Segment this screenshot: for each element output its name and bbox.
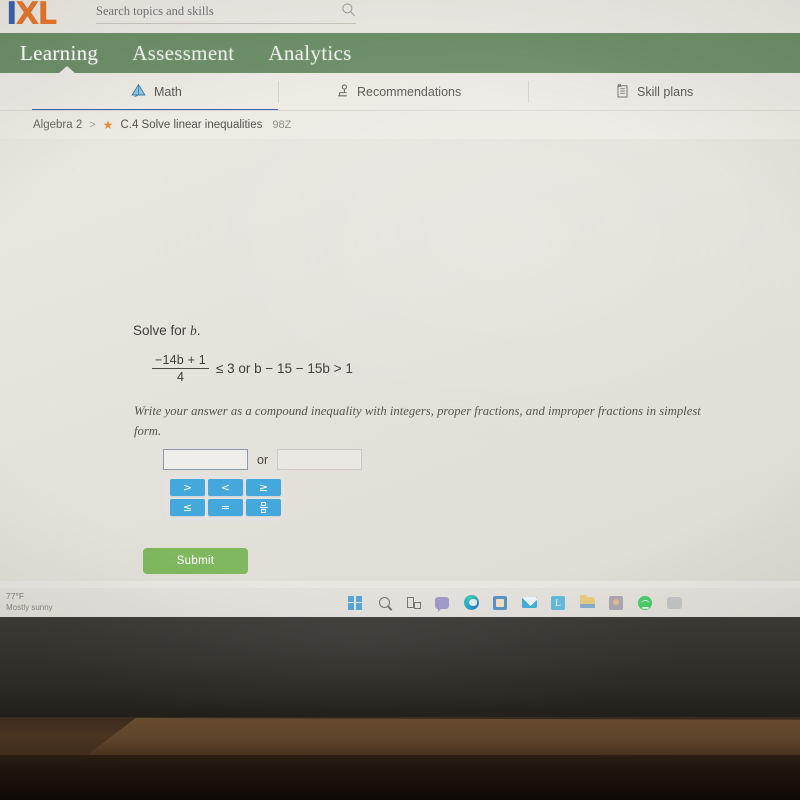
- subject-tabs: Math Recommendations Skill plans: [0, 73, 800, 111]
- question-card-surface: [0, 139, 800, 581]
- breadcrumb-separator-icon: >: [89, 119, 96, 131]
- tab-recommendations-label: Recommendations: [357, 85, 462, 99]
- fraction-denominator: 4: [177, 370, 184, 385]
- photo-speck: [529, 158, 532, 161]
- task-view-icon[interactable]: [405, 595, 421, 611]
- logo-letter-i: I: [6, 0, 17, 32]
- tab-recommendations[interactable]: Recommendations: [334, 73, 461, 111]
- primary-navigation: Learning Assessment Analytics: [0, 33, 800, 74]
- math-pyramid-icon: [130, 83, 147, 102]
- tab-divider-1: [278, 81, 279, 103]
- equals-key[interactable]: =: [208, 499, 243, 516]
- nav-item-learning[interactable]: Learning: [20, 41, 98, 66]
- answer-or-label: or: [257, 452, 269, 467]
- photo-speck: [78, 167, 81, 170]
- start-icon[interactable]: [347, 595, 363, 611]
- edge-icon[interactable]: [463, 595, 479, 611]
- breadcrumb-course[interactable]: Algebra 2: [33, 119, 82, 131]
- tab-math[interactable]: Math: [130, 73, 182, 111]
- submit-button[interactable]: Submit: [143, 548, 248, 574]
- photo-speck: [291, 357, 293, 359]
- tab-divider-2: [528, 81, 529, 103]
- prompt-text: Solve for: [133, 323, 191, 338]
- equation-remainder: ≤ 3 or b − 15 − 15b > 1: [215, 361, 353, 377]
- search-icon[interactable]: [376, 595, 392, 611]
- faded-app-icon[interactable]: [666, 595, 682, 611]
- recommendations-icon: [334, 83, 350, 102]
- microsoft-store-icon[interactable]: [492, 595, 508, 611]
- greater-equal-key[interactable]: ≥: [246, 479, 281, 496]
- taskbar-icons: L: [347, 588, 682, 617]
- less-than-key[interactable]: <: [208, 479, 243, 496]
- file-explorer-icon[interactable]: [579, 594, 595, 611]
- browser-screen: IXL Learning Assessment Analytics: [0, 0, 800, 617]
- answer-input-2[interactable]: [277, 449, 363, 470]
- laptop-bezel: [0, 617, 800, 717]
- answer-input-1[interactable]: [163, 449, 248, 470]
- search-input[interactable]: [96, 4, 316, 19]
- logo-letters-xl: XL: [15, 0, 58, 32]
- star-icon[interactable]: ★: [103, 119, 114, 131]
- weather-temperature: 77°F: [6, 591, 25, 601]
- weather-condition: Mostly sunny: [6, 603, 53, 612]
- skill-plans-clipboard-icon: [615, 83, 630, 102]
- nav-item-assessment[interactable]: Assessment: [132, 41, 234, 66]
- chat-icon[interactable]: [434, 595, 450, 612]
- nav-item-analytics[interactable]: Analytics: [268, 41, 351, 66]
- greater-than-key[interactable]: >: [170, 479, 205, 496]
- breadcrumb: Algebra 2 > ★ C.4 Solve linear inequalit…: [0, 111, 800, 139]
- symbol-keypad: > < ≥ ≤ =: [166, 475, 285, 521]
- desk-shadow: [0, 755, 800, 800]
- laptop-photo: IXL Learning Assessment Analytics: [0, 0, 800, 800]
- app-icon[interactable]: [608, 595, 624, 611]
- question-equation: −14b + 1 4 ≤ 3 or b − 15 − 15b > 1: [152, 353, 353, 384]
- question-card: Solve for b. −14b + 1 4 ≤ 3 or b − 15 − …: [0, 139, 800, 581]
- less-equal-key[interactable]: ≤: [170, 499, 205, 516]
- question-instructions: Write your answer as a compound inequali…: [134, 404, 701, 438]
- ixl-logo[interactable]: IXL: [6, 0, 58, 32]
- weather-widget[interactable]: 77°F Mostly sunny: [6, 591, 53, 613]
- tab-math-label: Math: [154, 85, 182, 99]
- office-icon[interactable]: L: [550, 595, 566, 611]
- tab-skill-plans[interactable]: Skill plans: [615, 73, 693, 111]
- tab-skill-plans-label: Skill plans: [637, 85, 694, 99]
- prompt-variable: b: [190, 323, 197, 338]
- fraction-numerator: −14b + 1: [155, 353, 206, 367]
- photo-speck: [52, 404, 55, 407]
- mail-icon[interactable]: [521, 595, 537, 611]
- breadcrumb-skill-code: 98Z: [272, 119, 292, 131]
- search-icon[interactable]: [341, 2, 356, 22]
- spotify-icon[interactable]: [637, 595, 653, 611]
- search-bar[interactable]: [96, 0, 356, 24]
- ixl-header: IXL: [0, 0, 800, 33]
- bezel-sheen: [0, 617, 800, 717]
- breadcrumb-skill: C.4 Solve linear inequalities: [120, 119, 263, 131]
- question-prompt: Solve for b.: [133, 323, 201, 339]
- fraction-icon: [259, 502, 268, 513]
- prompt-period: .: [196, 323, 201, 338]
- answer-inputs: or: [163, 449, 363, 470]
- tab-baseline: [0, 110, 800, 111]
- equation-fraction: −14b + 1 4: [152, 353, 209, 384]
- windows-taskbar: 77°F Mostly sunny L: [0, 588, 800, 617]
- fraction-key[interactable]: [246, 499, 281, 516]
